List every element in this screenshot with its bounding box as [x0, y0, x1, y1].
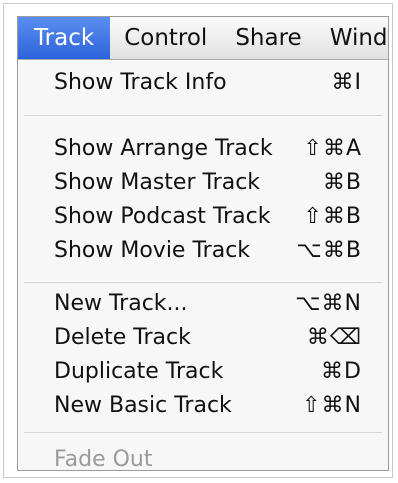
menu-window[interactable]: Windo — [316, 17, 388, 59]
app-window: Track Control Share Windo Show Track Inf… — [17, 16, 389, 471]
menu-item-delete-track[interactable]: Delete Track ⌘⌫ — [18, 321, 388, 355]
menu-share[interactable]: Share — [221, 17, 315, 59]
menu-item-label: New Track... — [54, 291, 188, 316]
menu-item-shortcut: ⌘D — [321, 359, 362, 384]
menu-bar: Track Control Share Windo — [18, 17, 388, 60]
menu-item-fade-out: Fade Out — [18, 443, 388, 471]
menu-item-label: Show Arrange Track — [54, 136, 273, 161]
menu-item-label: Duplicate Track — [54, 359, 224, 384]
menu-separator — [24, 432, 382, 433]
menu-separator — [24, 282, 382, 283]
track-menu-dropdown: Show Track Info ⌘I Show Arrange Track ⇧⌘… — [18, 60, 388, 470]
screenshot-frame: Track Control Share Windo Show Track Inf… — [3, 3, 393, 478]
menu-item-label: Show Movie Track — [54, 238, 251, 263]
menu-track[interactable]: Track — [18, 17, 111, 59]
menu-item-shortcut: ⌥⌘B — [296, 238, 362, 263]
menu-item-shortcut: ⇧⌘B — [303, 204, 362, 229]
menu-item-label: Show Podcast Track — [54, 204, 271, 229]
menu-item-show-arrange-track[interactable]: Show Arrange Track ⇧⌘A — [18, 132, 388, 166]
menu-item-show-master-track[interactable]: Show Master Track ⌘B — [18, 166, 388, 200]
menu-item-label: Fade Out — [54, 447, 153, 471]
menu-item-label: Show Master Track — [54, 170, 261, 195]
menu-item-show-podcast-track[interactable]: Show Podcast Track ⇧⌘B — [18, 200, 388, 234]
menu-separator — [24, 115, 382, 116]
menu-item-new-basic-track[interactable]: New Basic Track ⇧⌘N — [18, 389, 388, 423]
menu-item-shortcut: ⌘⌫ — [306, 325, 362, 350]
menu-item-shortcut: ⌘I — [331, 70, 362, 95]
menu-item-shortcut: ⇧⌘A — [303, 136, 362, 161]
menu-item-label: Delete Track — [54, 325, 191, 350]
menu-control[interactable]: Control — [110, 17, 221, 59]
menu-item-show-track-info[interactable]: Show Track Info ⌘I — [18, 66, 388, 100]
menu-item-new-track[interactable]: New Track... ⌥⌘N — [18, 287, 388, 321]
menu-item-label: New Basic Track — [54, 393, 232, 418]
menu-item-label: Show Track Info — [54, 70, 227, 95]
menu-item-duplicate-track[interactable]: Duplicate Track ⌘D — [18, 355, 388, 389]
menu-item-show-movie-track[interactable]: Show Movie Track ⌥⌘B — [18, 234, 388, 268]
menu-item-shortcut: ⌘B — [322, 170, 362, 195]
menu-item-shortcut: ⌥⌘N — [295, 291, 362, 316]
menu-item-shortcut: ⇧⌘N — [302, 393, 362, 418]
